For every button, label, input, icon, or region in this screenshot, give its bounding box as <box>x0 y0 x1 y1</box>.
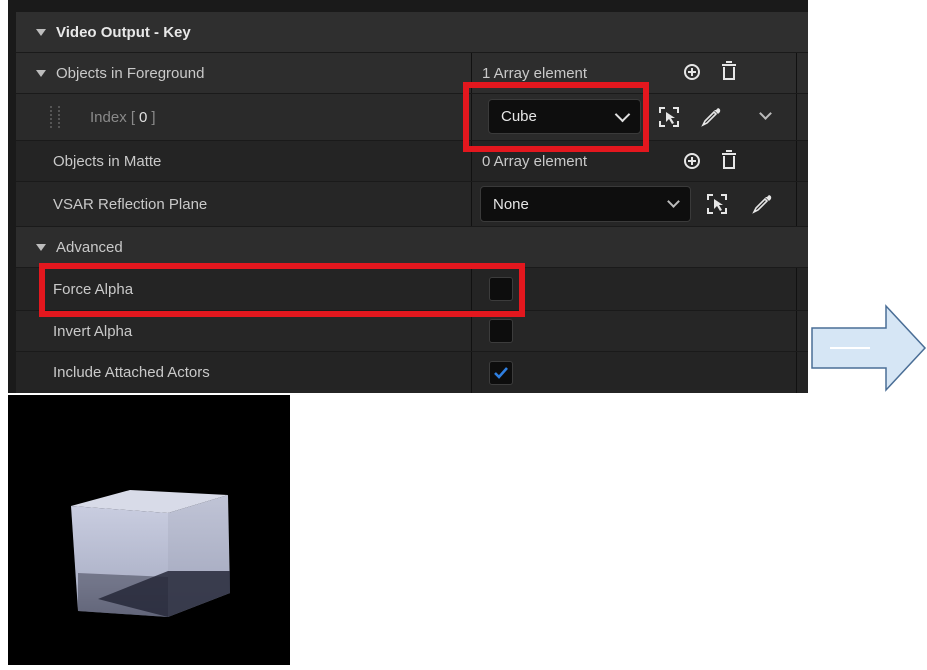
checkmark-icon <box>494 367 508 379</box>
include-attached-actors-label: Include Attached Actors <box>53 364 210 381</box>
expand-triangle-icon <box>36 28 46 36</box>
render-preview <box>8 395 290 665</box>
property-row-invert-alpha: Invert Alpha <box>16 311 808 351</box>
property-row-objects-in-matte: Objects in Matte 0 Array element <box>16 141 808 181</box>
expand-options-chevron-icon[interactable] <box>759 107 772 120</box>
expand-triangle-icon <box>36 243 46 251</box>
section-title: Video Output - Key <box>56 23 191 41</box>
chevron-down-icon <box>667 195 680 208</box>
vsar-reflection-plane-label: VSAR Reflection Plane <box>53 195 208 213</box>
invert-alpha-label: Invert Alpha <box>53 322 133 340</box>
highlight-force-alpha-row <box>39 263 525 317</box>
drag-handle[interactable] <box>50 106 60 128</box>
advanced-label: Advanced <box>56 238 123 256</box>
browse-select-icon[interactable] <box>658 106 680 128</box>
add-element-icon[interactable] <box>684 153 700 169</box>
browse-select-icon[interactable] <box>706 193 728 215</box>
property-row-include-attached-actors: Include Attached Actors <box>16 352 808 393</box>
objects-in-matte-label: Objects in Matte <box>53 152 162 170</box>
section-header-advanced[interactable]: Advanced <box>16 227 808 267</box>
delete-icon[interactable] <box>721 150 737 170</box>
eyedropper-icon[interactable] <box>751 193 773 215</box>
index-label: Index [0] <box>90 108 156 126</box>
vsar-reflection-plane-dropdown[interactable]: None <box>480 186 691 222</box>
property-row-vsar-reflection-plane: VSAR Reflection Plane None <box>16 182 808 226</box>
invert-alpha-checkbox[interactable] <box>489 319 513 343</box>
section-header-video-output-key[interactable]: Video Output - Key <box>16 12 808 52</box>
include-attached-actors-checkbox[interactable] <box>489 361 513 385</box>
expand-triangle-icon <box>36 69 46 77</box>
eyedropper-icon[interactable] <box>700 106 722 128</box>
add-element-icon[interactable] <box>684 64 700 80</box>
highlight-foreground-dropdown <box>463 82 649 152</box>
vsar-reflection-plane-value: None <box>493 195 529 213</box>
property-row-objects-in-foreground: Objects in Foreground 1 Array element <box>16 53 808 93</box>
delete-icon[interactable] <box>721 61 737 81</box>
details-panel: Video Output - Key Objects in Foreground… <box>8 0 808 393</box>
objects-in-foreground-label: Objects in Foreground <box>56 64 205 82</box>
objects-in-foreground-toggle[interactable]: Objects in Foreground <box>36 53 204 93</box>
cube-render <box>71 490 230 617</box>
right-arrow-icon <box>811 304 927 392</box>
property-row-index-0: Index [0] Cube <box>16 94 808 140</box>
